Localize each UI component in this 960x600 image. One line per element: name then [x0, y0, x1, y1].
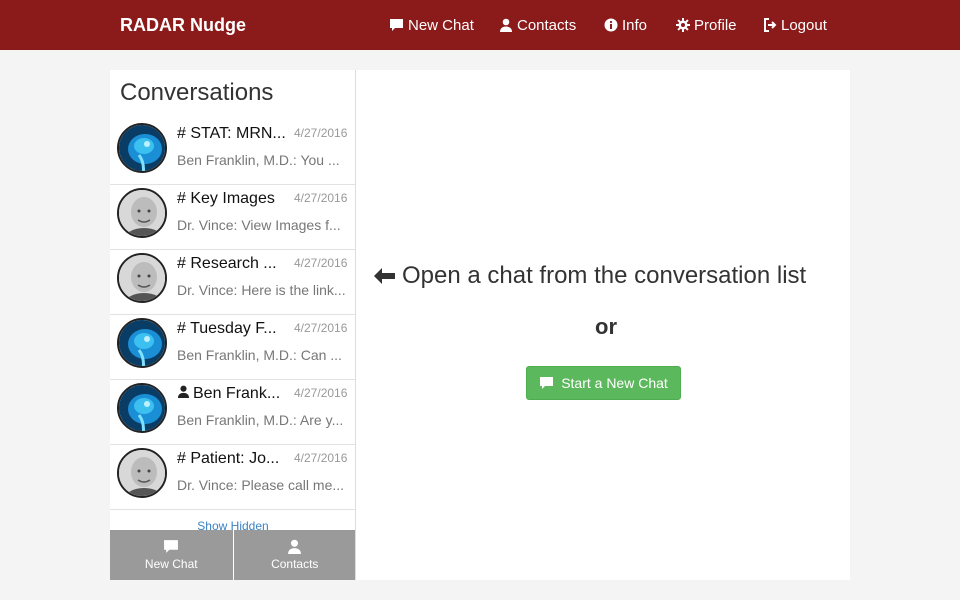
conversation-item[interactable]: # Key Images 4/27/2016 Dr. Vince: View I…: [110, 185, 355, 250]
conversation-item[interactable]: # Tuesday F... 4/27/2016 Ben Franklin, M…: [110, 315, 355, 380]
conversation-preview: Ben Franklin, M.D.: Are y...: [177, 412, 344, 428]
conversation-preview: Dr. Vince: View Images f...: [177, 217, 341, 233]
nav-profile-label: Profile: [694, 16, 737, 34]
mri-avatar: [117, 123, 167, 173]
logout-icon: [764, 18, 777, 32]
conversation-date: 4/27/2016: [294, 451, 348, 465]
main-panel: Open a chat from the conversation list o…: [356, 70, 850, 580]
conversations-sidebar: Conversations # STAT: MRN... 4/27/2016 B…: [110, 70, 356, 580]
nav-contacts-label: Contacts: [517, 16, 577, 34]
user-icon: [288, 539, 302, 554]
top-navbar: RADAR Nudge New Chat Contacts Info Profi…: [0, 0, 960, 50]
sidebar-bottom-bar: New Chat Contacts: [110, 530, 356, 580]
bottom-contacts-button[interactable]: Contacts: [232, 530, 356, 580]
arrow-left-icon: [374, 268, 395, 284]
conversation-title: # Research ...: [177, 255, 291, 273]
chat-icon: [540, 377, 554, 389]
chat-icon: [390, 19, 403, 31]
chat-icon: [164, 540, 179, 553]
conversation-item[interactable]: # STAT: MRN... 4/27/2016 Ben Franklin, M…: [110, 120, 355, 185]
nav-new-chat[interactable]: New Chat: [389, 0, 474, 50]
conversation-title: # Key Images: [177, 190, 291, 208]
person-avatar: [117, 448, 167, 498]
conversation-title: Ben Frank...: [177, 385, 291, 403]
mri-avatar: [117, 383, 167, 433]
conversation-title-text: Tuesday F...: [190, 320, 277, 337]
conversation-prefix: #: [177, 190, 186, 207]
nav-contacts[interactable]: Contacts: [499, 0, 576, 50]
user-icon: [500, 18, 512, 32]
conversation-title-text: Ben Frank...: [193, 385, 281, 402]
conversation-title: # Tuesday F...: [177, 320, 291, 338]
bottom-contacts-label: Contacts: [271, 557, 319, 571]
nav-logout[interactable]: Logout: [763, 0, 827, 50]
conversation-date: 4/27/2016: [294, 191, 348, 205]
conversation-item[interactable]: # Patient: Jo... 4/27/2016 Dr. Vince: Pl…: [110, 445, 355, 510]
or-separator: or: [356, 314, 850, 340]
nav-profile[interactable]: Profile: [676, 0, 737, 50]
conversation-date: 4/27/2016: [294, 256, 348, 270]
conversation-preview: Dr. Vince: Here is the link...: [177, 282, 346, 298]
open-chat-hint-text: Open a chat from the conversation list: [402, 262, 807, 289]
conversation-title-text: STAT: MRN...: [190, 125, 286, 142]
conversation-item[interactable]: # Research ... 4/27/2016 Dr. Vince: Here…: [110, 250, 355, 315]
sidebar-title: Conversations: [120, 79, 274, 106]
user-icon: [177, 385, 190, 398]
conversation-title: # Patient: Jo...: [177, 450, 291, 468]
conversation-prefix: #: [177, 255, 186, 272]
conversation-title-text: Patient: Jo...: [190, 450, 280, 467]
mri-avatar: [117, 318, 167, 368]
conversation-preview: Ben Franklin, M.D.: Can ...: [177, 347, 342, 363]
conversation-prefix: #: [177, 450, 186, 467]
bottom-new-chat-button[interactable]: New Chat: [110, 530, 233, 580]
start-new-chat-label: Start a New Chat: [561, 375, 668, 391]
conversation-prefix: #: [177, 125, 186, 142]
gear-icon: [676, 18, 690, 32]
conversation-list: # STAT: MRN... 4/27/2016 Ben Franklin, M…: [110, 120, 355, 510]
start-new-chat-button[interactable]: Start a New Chat: [526, 366, 681, 400]
info-icon: [604, 18, 618, 32]
conversation-date: 4/27/2016: [294, 126, 348, 140]
conversation-preview: Dr. Vince: Please call me...: [177, 477, 345, 493]
brand-logo[interactable]: RADAR Nudge: [120, 0, 246, 50]
conversation-title-text: Key Images: [190, 190, 275, 207]
conversation-title: # STAT: MRN...: [177, 125, 291, 143]
conversation-date: 4/27/2016: [294, 386, 348, 400]
or-text: or: [595, 314, 617, 339]
conversation-item[interactable]: Ben Frank... 4/27/2016 Ben Franklin, M.D…: [110, 380, 355, 445]
conversation-prefix: #: [177, 320, 186, 337]
conversation-title-text: Research ...: [190, 255, 277, 272]
nav-new-chat-label: New Chat: [408, 16, 474, 34]
conversation-preview: Ben Franklin, M.D.: You ...: [177, 152, 340, 168]
nav-info[interactable]: Info: [604, 0, 647, 50]
bottom-new-chat-label: New Chat: [144, 557, 198, 571]
person-avatar: [117, 253, 167, 303]
person-avatar: [117, 188, 167, 238]
open-chat-hint: Open a chat from the conversation list: [372, 262, 842, 290]
conversation-date: 4/27/2016: [294, 321, 348, 335]
nav-logout-label: Logout: [781, 16, 827, 34]
nav-info-label: Info: [622, 16, 648, 34]
